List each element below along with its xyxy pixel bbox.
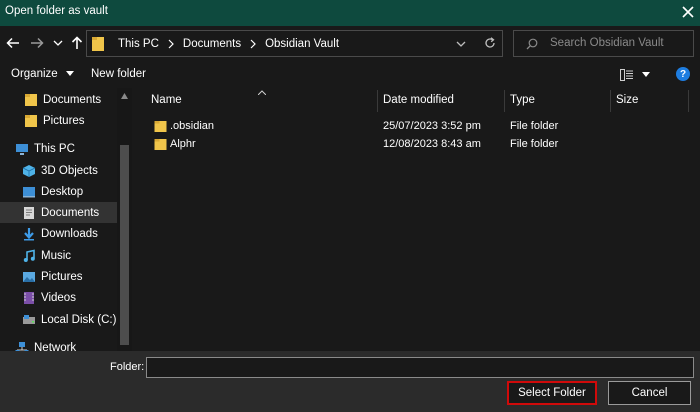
sidebar-item-label: Desktop [41, 185, 84, 198]
sidebar-item-network[interactable]: Network [0, 337, 117, 351]
refresh-icon[interactable] [483, 36, 497, 50]
computer-icon [16, 143, 28, 155]
column-header-date-modified[interactable]: Date modified [383, 94, 454, 106]
new-folder-button[interactable]: New folder [91, 68, 146, 80]
help-button[interactable]: ? [676, 67, 690, 81]
documents-icon [24, 206, 34, 219]
command-toolbar: Organize New folder ? [0, 62, 700, 88]
organize-label: Organize [11, 68, 58, 80]
table-row[interactable]: .obsidian 25/07/2023 3:52 pm File folder [146, 118, 559, 136]
folder-icon [25, 93, 37, 106]
navigation-pane: Documents Pictures This PC 3D Objects De… [0, 88, 132, 351]
sidebar-item-documents-quick[interactable]: Documents [0, 89, 117, 110]
videos-icon [24, 291, 34, 304]
file-date-modified: 12/08/2023 8:43 am [383, 138, 481, 150]
sidebar-item-downloads[interactable]: Downloads [0, 223, 117, 244]
music-icon [23, 249, 35, 262]
folder-icon [154, 121, 167, 132]
forward-arrow-icon[interactable] [28, 34, 46, 52]
sidebar-item-music[interactable]: Music [0, 245, 117, 266]
sidebar-item-label: Pictures [43, 114, 85, 127]
breadcrumb-this-pc[interactable]: This PC [118, 38, 159, 50]
sidebar-item-3d-objects[interactable]: 3D Objects [0, 160, 117, 181]
recent-locations-chevron-down-icon[interactable] [52, 34, 64, 52]
sidebar-item-documents[interactable]: Documents [0, 202, 117, 223]
column-divider[interactable] [610, 90, 611, 112]
folder-label: Folder: [110, 361, 145, 373]
window-title: Open folder as vault [5, 5, 108, 17]
address-dropdown-chevron-down-icon[interactable] [455, 39, 467, 49]
sidebar-scrollbar[interactable] [117, 88, 132, 351]
file-name: Alphr [170, 138, 196, 150]
sidebar-item-videos[interactable]: Videos [0, 287, 117, 308]
desktop-icon [23, 186, 35, 197]
up-arrow-icon[interactable] [68, 34, 86, 52]
sidebar-item-label: Downloads [41, 227, 98, 240]
column-header-name[interactable]: Name [151, 94, 182, 106]
chevron-right-icon[interactable] [249, 39, 257, 49]
back-arrow-icon[interactable] [4, 34, 22, 52]
column-header-type[interactable]: Type [510, 94, 535, 106]
sidebar-item-local-disk[interactable]: Local Disk (C:) [0, 309, 117, 330]
sidebar-item-label: Network [34, 341, 77, 352]
sidebar-item-label: 3D Objects [41, 164, 98, 177]
sidebar-item-pictures[interactable]: Pictures [0, 266, 117, 287]
chevron-right-icon[interactable] [167, 39, 175, 49]
sort-ascending-icon [258, 90, 266, 95]
view-dropdown-chevron-down-icon[interactable] [642, 72, 650, 78]
breadcrumb-documents[interactable]: Documents [183, 38, 241, 50]
folder-input[interactable] [146, 357, 694, 378]
column-divider[interactable] [504, 90, 505, 112]
folder-icon [154, 139, 167, 150]
sidebar-item-label: Videos [41, 291, 76, 304]
breadcrumb: This PC Documents Obsidian Vault [91, 36, 339, 52]
file-type: File folder [510, 120, 559, 132]
folder-icon [25, 114, 37, 127]
column-divider[interactable] [688, 90, 689, 112]
network-icon [15, 341, 29, 351]
scroll-up-arrow-icon[interactable] [121, 93, 128, 99]
folder-icon [92, 37, 104, 51]
cube-icon [22, 164, 36, 177]
breadcrumb-obsidian-vault[interactable]: Obsidian Vault [265, 38, 339, 50]
sidebar-item-label: Documents [43, 93, 102, 106]
close-icon[interactable] [678, 2, 698, 22]
disk-icon [23, 314, 35, 324]
sidebar-item-label: Documents [41, 206, 100, 219]
search-box[interactable]: Search Obsidian Vault [513, 30, 694, 57]
sidebar-item-desktop[interactable]: Desktop [0, 181, 117, 202]
sidebar-item-pictures-quick[interactable]: Pictures [0, 110, 117, 131]
search-icon [526, 38, 538, 50]
cancel-button[interactable]: Cancel [608, 381, 691, 405]
file-date-modified: 25/07/2023 3:52 pm [383, 120, 481, 132]
column-divider[interactable] [377, 90, 378, 112]
sidebar-item-label: Local Disk (C:) [41, 313, 117, 326]
chevron-down-icon [65, 70, 74, 76]
view-options-icon[interactable] [620, 69, 634, 81]
pictures-icon [23, 271, 35, 282]
downloads-icon [24, 227, 34, 240]
sidebar-item-this-pc[interactable]: This PC [0, 138, 117, 159]
column-header-size[interactable]: Size [616, 94, 638, 106]
file-type: File folder [510, 138, 559, 150]
sidebar-item-label: Pictures [41, 270, 83, 283]
sidebar-item-label: This PC [34, 142, 75, 155]
search-placeholder: Search Obsidian Vault [550, 37, 664, 49]
dialog-footer: Folder: Select Folder Cancel [0, 351, 700, 412]
select-folder-button[interactable]: Select Folder [507, 381, 597, 405]
scrollbar-thumb[interactable] [120, 145, 129, 345]
address-bar[interactable]: This PC Documents Obsidian Vault [86, 30, 503, 57]
sidebar-item-label: Music [41, 249, 72, 262]
file-name: .obsidian [170, 120, 215, 132]
organize-button[interactable]: Organize [11, 68, 74, 80]
table-row[interactable]: Alphr 12/08/2023 8:43 am File folder [146, 136, 559, 154]
title-bar: Open folder as vault [0, 0, 700, 26]
